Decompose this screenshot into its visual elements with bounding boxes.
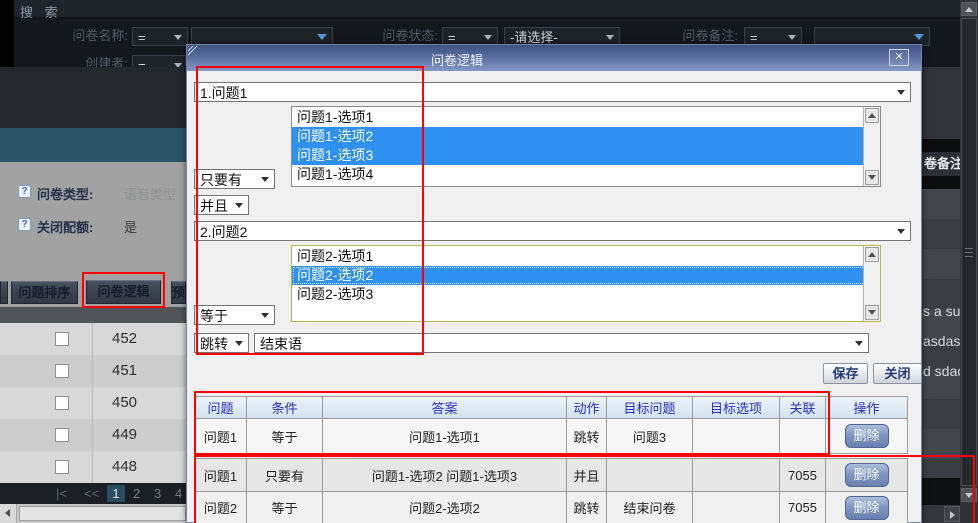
scroll-up-icon[interactable] (865, 108, 879, 123)
table-row[interactable]: 451 (0, 355, 186, 387)
annotation-rect-logic-button (82, 272, 165, 308)
row-id: 450 (112, 394, 137, 411)
survey-type-value: 语音类型 (124, 184, 176, 203)
list-header-strip (0, 307, 186, 323)
survey-remark-label: 问卷备注: (674, 27, 738, 45)
app-screen: 搜 索 问卷名称: = 问卷状态: = -请选择- 问卷备注: = 创建者: =… (0, 0, 978, 523)
close-button[interactable]: 关闭 (873, 363, 922, 384)
left-edge-strip (0, 0, 14, 67)
row-id: 449 (112, 426, 137, 443)
annotation-rect-table-rows23 (194, 455, 975, 523)
pagination-page-active[interactable]: 1 (107, 485, 125, 502)
close-quota-value: 是 (124, 217, 137, 236)
listbox-scrollbar[interactable] (863, 107, 880, 186)
row-id: 448 (112, 458, 137, 475)
scroll-down-icon[interactable] (865, 305, 879, 320)
save-button[interactable]: 保存 (823, 363, 868, 384)
row-checkbox[interactable] (55, 332, 69, 346)
pagination-bar: |< << 1 2 3 4 (0, 483, 186, 504)
search-panel-titlebar (0, 0, 978, 18)
delete-button[interactable]: 删除 (845, 424, 889, 448)
table-row[interactable]: 450 (0, 387, 186, 419)
clipped-button[interactable] (0, 281, 8, 304)
row-id: 452 (112, 330, 137, 347)
remark-column-header: 卷备注 (922, 152, 962, 176)
row-checkbox[interactable] (55, 428, 69, 442)
question-sort-button[interactable]: 问题排序 (11, 281, 78, 304)
listbox-scrollbar[interactable] (863, 246, 880, 321)
chevron-down-icon (897, 229, 905, 234)
scrollbar-thumb[interactable] (19, 506, 186, 521)
chevron-down-icon (788, 35, 796, 40)
survey-status-label: 问卷状态: (374, 27, 438, 45)
pagination-first[interactable]: |< (56, 486, 67, 501)
pagination-prev[interactable]: << (84, 486, 99, 501)
table-row[interactable]: 449 (0, 419, 186, 451)
survey-name-label: 问卷名称: (64, 27, 128, 45)
pagination-page[interactable]: 2 (133, 486, 140, 501)
help-icon[interactable]: ? (18, 185, 31, 198)
scrollbar-thumb[interactable] (961, 18, 977, 486)
scroll-up-icon[interactable] (865, 247, 879, 262)
pagination-page[interactable]: 4 (175, 486, 182, 501)
scroll-left-icon[interactable] (0, 504, 17, 523)
chevron-down-icon (174, 35, 182, 40)
annotation-rect-logic-editor (196, 66, 424, 355)
annotation-rect-table-row1 (194, 391, 830, 455)
chevron-down-icon (897, 90, 905, 95)
row-checkbox[interactable] (55, 364, 69, 378)
table-row[interactable]: 448 (0, 451, 186, 483)
close-quota-label: 关闭配额: (37, 217, 93, 236)
resize-grip-icon[interactable] (188, 46, 198, 56)
row-checkbox[interactable] (55, 396, 69, 410)
row-id: 451 (112, 362, 137, 379)
table-row[interactable]: 452 (0, 323, 186, 355)
pagination-page[interactable]: 3 (154, 486, 161, 501)
survey-type-label: 问卷类型: (37, 184, 93, 203)
preview-button[interactable]: 预览 (171, 281, 186, 304)
chevron-down-icon (606, 35, 614, 40)
dialog-title: 问卷逻辑 (431, 50, 483, 69)
chevron-down-icon (317, 34, 327, 40)
chevron-down-icon (855, 341, 863, 346)
chevron-down-icon (914, 34, 924, 40)
row-checkbox[interactable] (55, 460, 69, 474)
chevron-down-icon (484, 35, 492, 40)
close-icon[interactable]: ✕ (889, 49, 909, 66)
search-panel-title: 搜 索 (20, 2, 62, 21)
horizontal-scrollbar[interactable] (0, 504, 186, 523)
scroll-down-icon[interactable] (865, 170, 879, 185)
scroll-up-icon[interactable] (961, 2, 977, 16)
survey-name-operator-select[interactable]: = (132, 27, 188, 46)
help-icon[interactable]: ? (18, 218, 31, 231)
